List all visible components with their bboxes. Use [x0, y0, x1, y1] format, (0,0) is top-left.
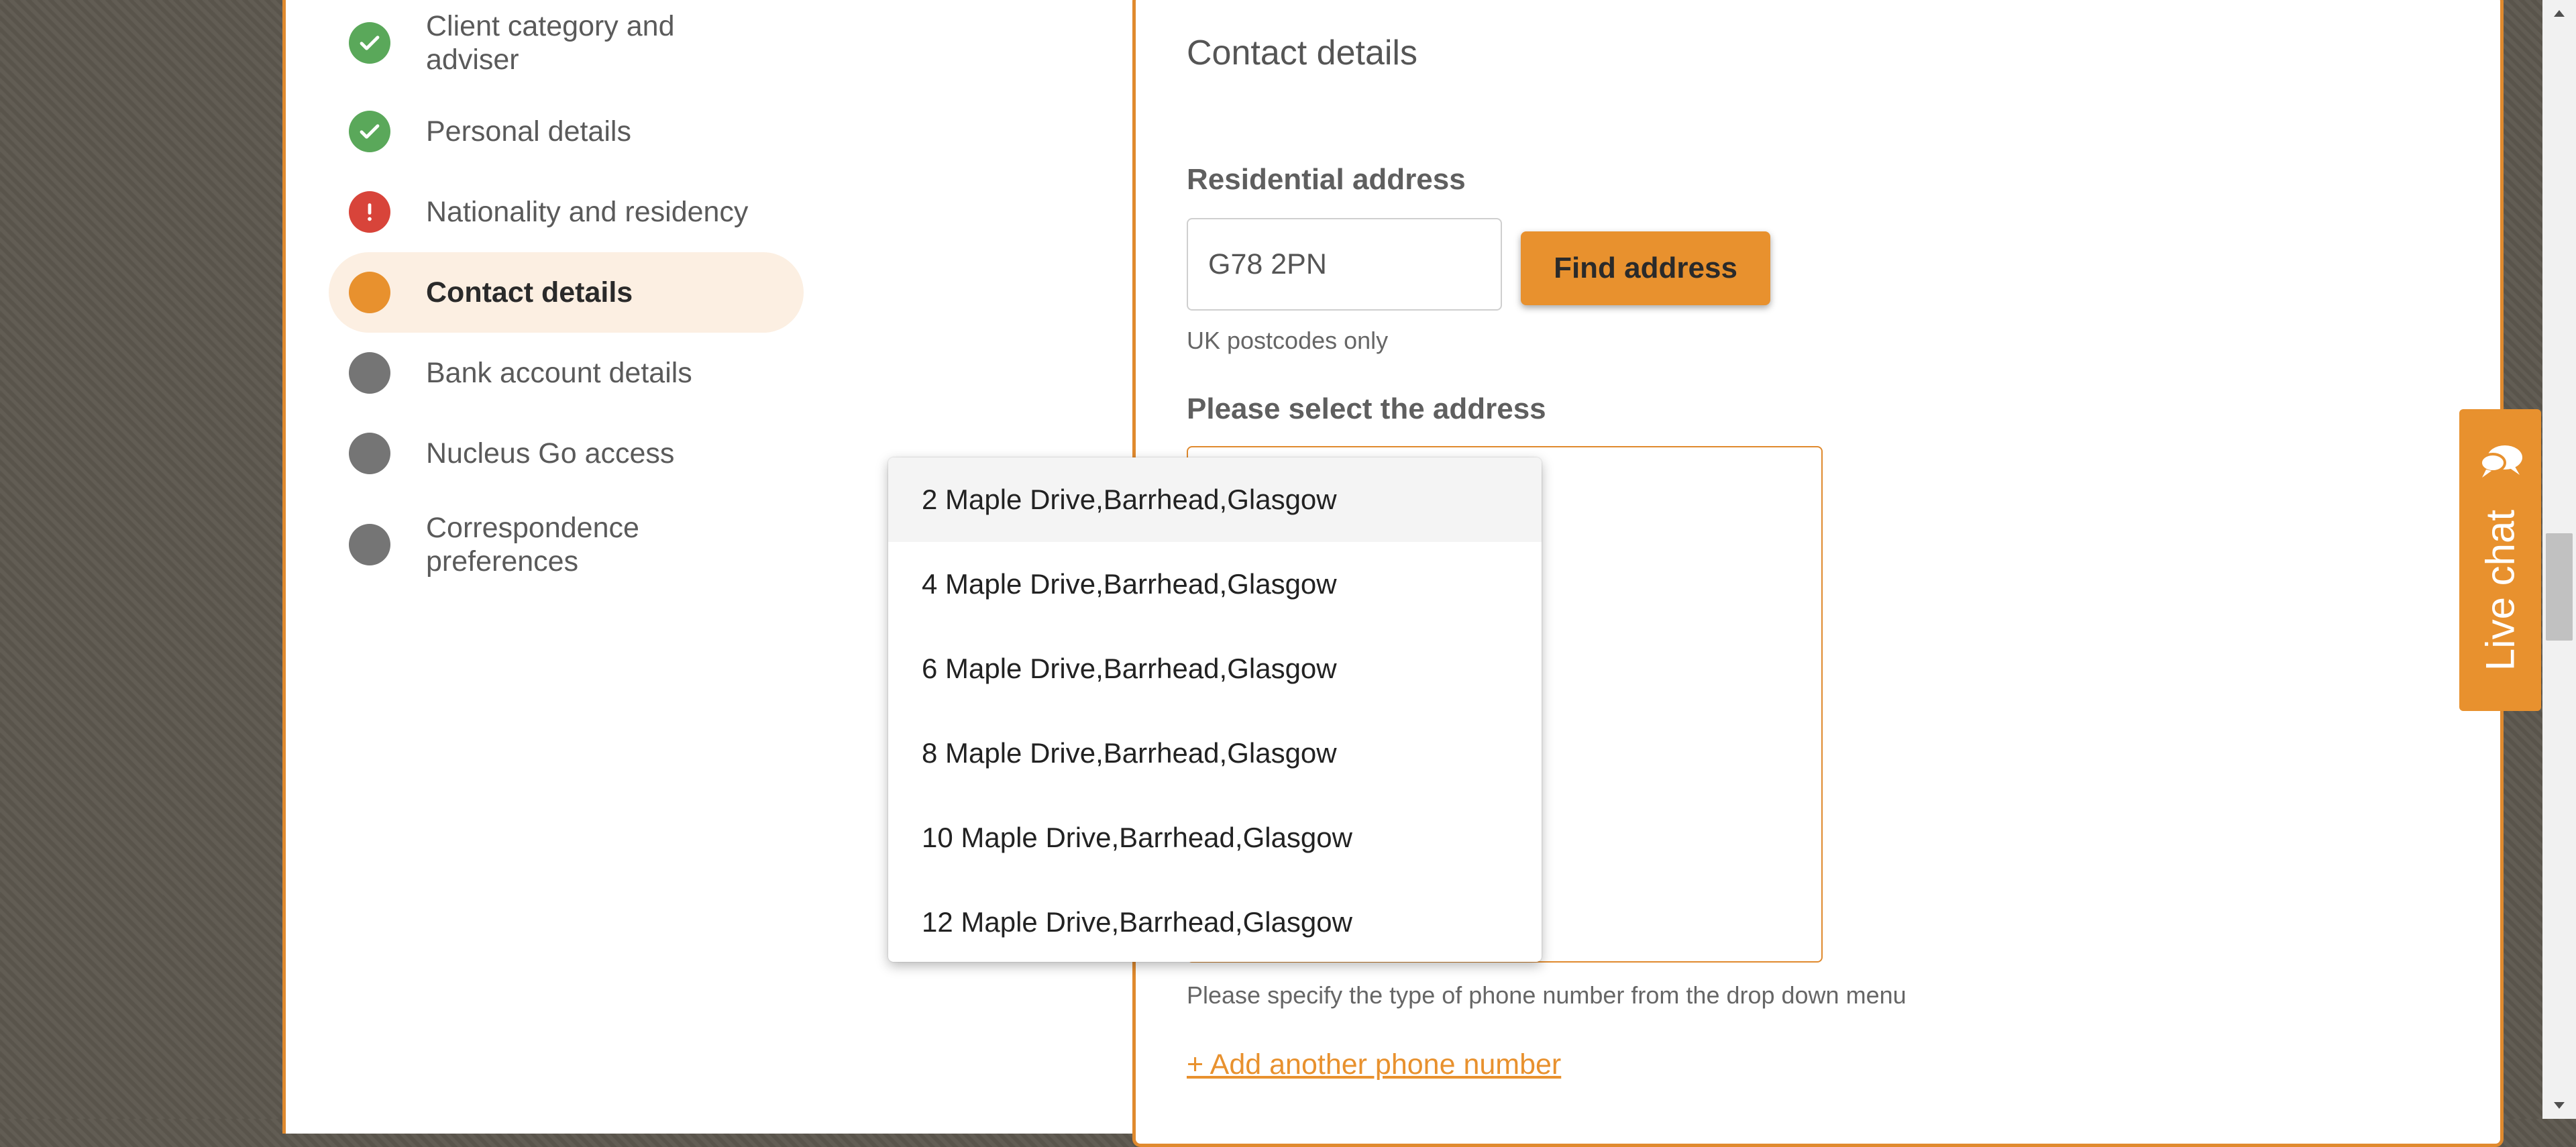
check-icon	[349, 22, 390, 64]
address-dropdown[interactable]: 2 Maple Drive,Barrhead,Glasgow 4 Maple D…	[888, 457, 1542, 962]
step-contact-details[interactable]: Contact details	[329, 252, 804, 333]
exclamation-icon	[349, 191, 390, 233]
step-label: Contact details	[426, 276, 633, 309]
step-correspondence[interactable]: Correspondence preferences	[329, 504, 804, 585]
add-phone-link[interactable]: + Add another phone number	[1187, 1048, 1561, 1081]
live-chat-button[interactable]: Live chat	[2459, 409, 2541, 711]
residential-address-label: Residential address	[1187, 163, 1466, 196]
postcode-input[interactable]	[1187, 218, 1502, 311]
step-label: Nucleus Go access	[426, 437, 675, 470]
step-nucleus-go-access[interactable]: Nucleus Go access	[329, 413, 804, 494]
step-label: Client category and adviser	[426, 10, 675, 76]
step-label: Correspondence preferences	[426, 512, 639, 578]
address-option[interactable]: 10 Maple Drive,Barrhead,Glasgow	[888, 796, 1542, 880]
check-icon	[349, 111, 390, 152]
pending-step-icon	[349, 524, 390, 565]
select-address-label: Please select the address	[1187, 392, 1546, 425]
page-title: Contact details	[1187, 34, 1417, 72]
scroll-up-arrow-icon[interactable]	[2542, 0, 2576, 27]
step-label: Nationality and residency	[426, 196, 749, 228]
step-personal-details[interactable]: Personal details	[329, 91, 804, 172]
find-address-button[interactable]: Find address	[1521, 231, 1770, 305]
scrollbar-thumb[interactable]	[2546, 533, 2573, 641]
step-label: Personal details	[426, 115, 631, 148]
live-chat-label: Live chat	[2477, 509, 2523, 671]
address-option[interactable]: 6 Maple Drive,Barrhead,Glasgow	[888, 626, 1542, 711]
phone-type-hint: Please specify the type of phone number …	[1187, 981, 1907, 1009]
page-scrollbar[interactable]	[2542, 0, 2576, 1119]
postcode-hint: UK postcodes only	[1187, 327, 1389, 354]
scroll-down-arrow-icon[interactable]	[2542, 1092, 2576, 1119]
address-option[interactable]: 12 Maple Drive,Barrhead,Glasgow	[888, 880, 1542, 962]
pending-step-icon	[349, 433, 390, 474]
step-bank-account[interactable]: Bank account details	[329, 333, 804, 413]
current-step-icon	[349, 272, 390, 313]
step-nationality-residency[interactable]: Nationality and residency	[329, 172, 804, 252]
address-option[interactable]: 8 Maple Drive,Barrhead,Glasgow	[888, 711, 1542, 796]
step-label: Bank account details	[426, 357, 692, 389]
step-client-category[interactable]: Client category and adviser	[329, 3, 804, 83]
pending-step-icon	[349, 352, 390, 394]
address-option[interactable]: 4 Maple Drive,Barrhead,Glasgow	[888, 542, 1542, 626]
address-option[interactable]: 2 Maple Drive,Barrhead,Glasgow	[888, 457, 1542, 542]
chat-bubbles-icon	[2478, 443, 2525, 484]
